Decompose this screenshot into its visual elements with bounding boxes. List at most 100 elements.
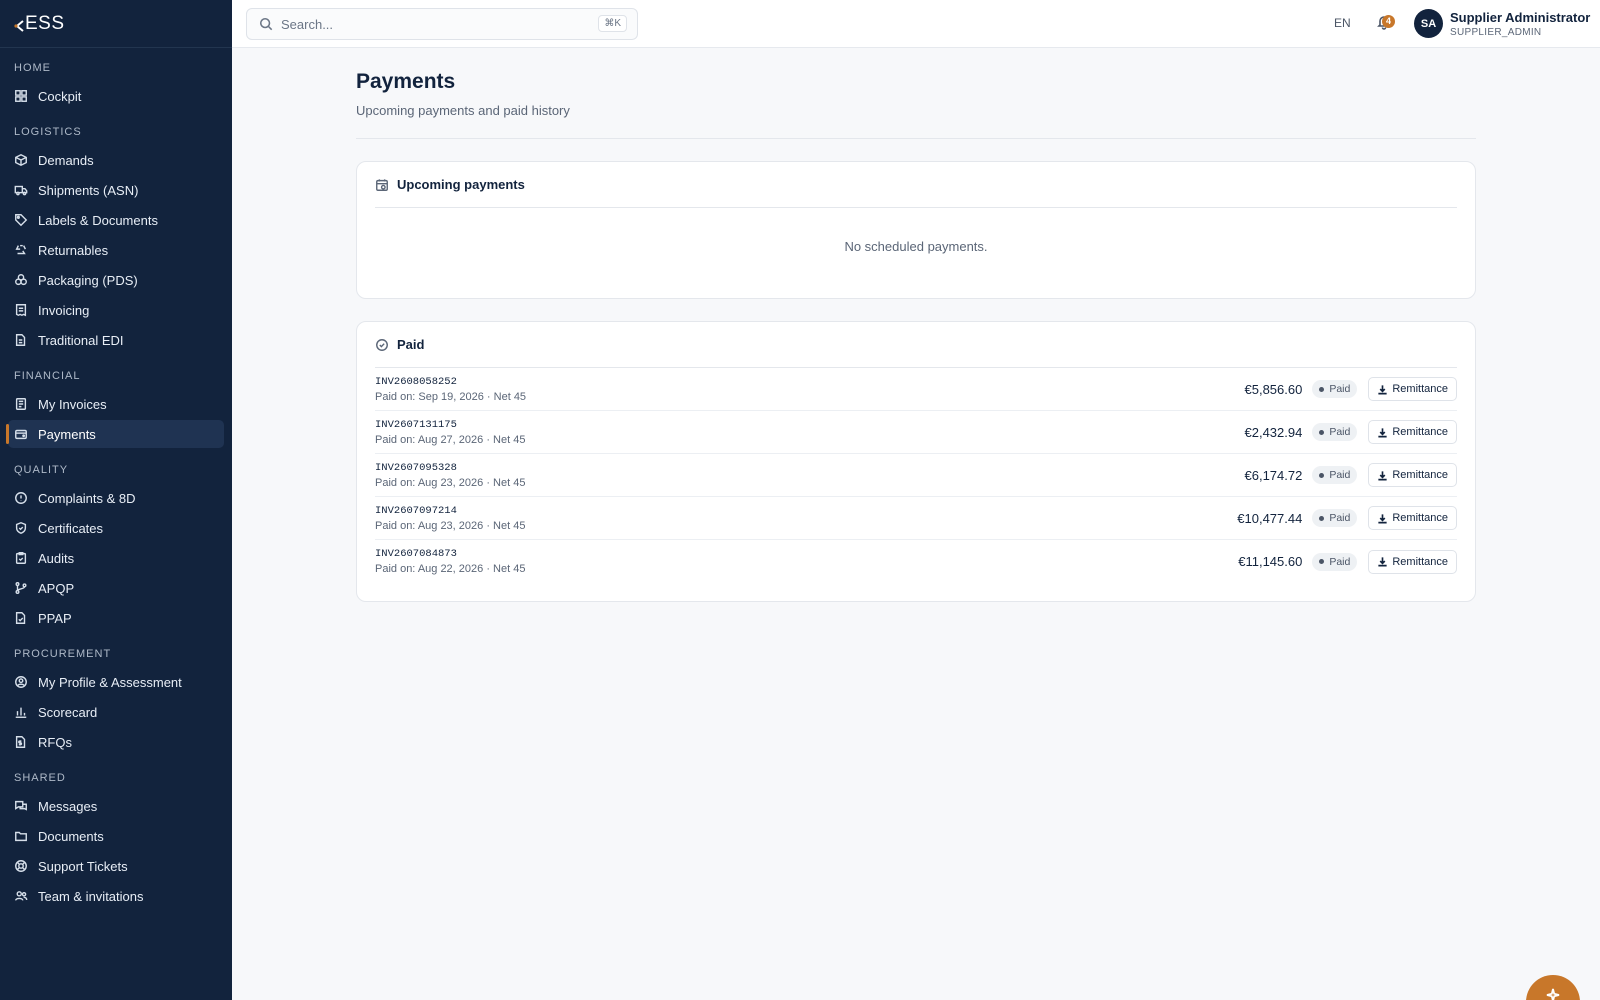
payment-info: INV2607095328 Paid on: Aug 23, 2026 · Ne… <box>375 462 1245 489</box>
status-label: Paid <box>1329 383 1351 395</box>
upcoming-payments-header: Upcoming payments <box>375 162 1457 208</box>
sidebar-item-label: Audits <box>38 550 75 566</box>
payment-amount: €5,856.60 <box>1244 381 1303 397</box>
payment-amount: €6,174.72 <box>1244 467 1303 483</box>
tag-icon <box>14 213 28 227</box>
paid-list: INV2608058252 Paid on: Sep 19, 2026 · Ne… <box>375 368 1457 601</box>
sidebar-item-label: Complaints & 8D <box>38 490 136 506</box>
alert-circle-icon <box>14 491 28 505</box>
sidebar-item-labels-documents[interactable]: Labels & Documents <box>8 206 224 234</box>
sidebar-item-returnables[interactable]: Returnables <box>8 236 224 264</box>
logo[interactable]: ESS <box>14 13 65 35</box>
folder-icon <box>14 829 28 843</box>
sidebar-item-shipments-asn[interactable]: Shipments (ASN) <box>8 176 224 204</box>
topbar: ⌘K EN 4 SA Supplier Administrator SUPPLI… <box>232 0 1600 48</box>
remittance-label: Remittance <box>1392 555 1448 568</box>
payment-info: INV2607084873 Paid on: Aug 22, 2026 · Ne… <box>375 548 1238 575</box>
sidebar-section-label: SHARED <box>14 772 66 784</box>
sidebar-item-label: APQP <box>38 580 75 596</box>
download-icon <box>1378 427 1387 437</box>
payment-amount: €2,432.94 <box>1244 424 1303 440</box>
sidebar-item-packaging-pds[interactable]: Packaging (PDS) <box>8 266 224 294</box>
search-box[interactable]: ⌘K <box>246 8 638 40</box>
avatar[interactable]: SA <box>1414 9 1443 38</box>
sidebar-item-complaints-8d[interactable]: Complaints & 8D <box>8 484 224 512</box>
remittance-label: Remittance <box>1392 469 1448 481</box>
notifications-button[interactable]: 4 <box>1376 14 1396 34</box>
packages-icon <box>14 273 28 287</box>
page-title: Payments <box>356 70 456 93</box>
git-branch-icon <box>14 581 28 595</box>
status-dot-icon <box>1319 472 1325 478</box>
sidebar-item-documents[interactable]: Documents <box>8 822 224 850</box>
box-icon <box>14 153 28 167</box>
status-badge: Paid <box>1312 552 1358 571</box>
sidebar-item-label: Certificates <box>38 520 104 536</box>
assistant-fab-button[interactable] <box>1526 975 1580 1000</box>
sidebar-item-label: Labels & Documents <box>38 212 158 228</box>
invoice-number: INV2607097214 <box>375 504 457 517</box>
payment-meta: Paid on: Aug 23, 2026 · Net 45 <box>375 476 526 489</box>
payment-meta: Paid on: Aug 27, 2026 · Net 45 <box>375 433 526 446</box>
user-name[interactable]: Supplier Administrator <box>1450 10 1590 25</box>
sidebar-item-invoicing[interactable]: Invoicing <box>8 296 224 324</box>
remittance-button[interactable]: Remittance <box>1368 506 1457 530</box>
status-dot-icon <box>1319 515 1325 521</box>
remittance-label: Remittance <box>1392 383 1448 395</box>
sidebar-item-my-invoices[interactable]: My Invoices <box>8 390 224 418</box>
sidebar-item-label: RFQs <box>38 734 72 750</box>
messages-icon <box>14 799 28 813</box>
sidebar-item-ppap[interactable]: PPAP <box>8 604 224 632</box>
sidebar-item-team-invitations[interactable]: Team & invitations <box>8 882 224 910</box>
sidebar-item-certificates[interactable]: Certificates <box>8 514 224 542</box>
remittance-button[interactable]: Remittance <box>1368 549 1457 574</box>
payment-info: INV2607097214 Paid on: Aug 23, 2026 · Ne… <box>375 505 1237 532</box>
sidebar-item-cockpit[interactable]: Cockpit <box>8 82 224 110</box>
sidebar-item-label: Support Tickets <box>38 858 128 874</box>
sidebar-item-label: Returnables <box>38 242 109 258</box>
status-dot-icon <box>1319 429 1325 435</box>
status-label: Paid <box>1329 469 1351 481</box>
sidebar-item-messages[interactable]: Messages <box>8 792 224 820</box>
download-icon <box>1378 384 1387 394</box>
sidebar-item-audits[interactable]: Audits <box>8 544 224 572</box>
remittance-label: Remittance <box>1392 512 1448 524</box>
sidebar-item-label: Messages <box>38 798 98 814</box>
main-content: Payments Upcoming payments and paid hist… <box>356 48 1476 602</box>
sidebar-item-my-profile-assessment[interactable]: My Profile & Assessment <box>8 668 224 696</box>
remittance-button[interactable]: Remittance <box>1368 463 1457 487</box>
status-badge: Paid <box>1312 466 1358 484</box>
payment-row: INV2607097214 Paid on: Aug 23, 2026 · Ne… <box>375 497 1457 540</box>
invoice-icon <box>14 397 28 411</box>
upcoming-payments-title: Upcoming payments <box>397 177 525 192</box>
remittance-button[interactable]: Remittance <box>1368 377 1457 401</box>
sidebar-item-support-tickets[interactable]: Support Tickets <box>8 852 224 880</box>
payment-info: INV2608058252 Paid on: Sep 19, 2026 · Ne… <box>375 376 1245 403</box>
sidebar-item-rfqs[interactable]: RFQs <box>8 728 224 756</box>
sidebar-item-label: Packaging (PDS) <box>38 272 138 288</box>
sidebar-item-traditional-edi[interactable]: Traditional EDI <box>8 326 224 354</box>
invoice-number: INV2607095328 <box>375 461 457 474</box>
language-switcher[interactable]: EN <box>1334 16 1351 30</box>
sidebar-item-apqp[interactable]: APQP <box>8 574 224 602</box>
logo-text: ESS <box>25 12 65 34</box>
payment-row: INV2607131175 Paid on: Aug 27, 2026 · Ne… <box>375 411 1457 454</box>
sidebar-item-payments[interactable]: Payments <box>6 420 224 448</box>
payment-row: INV2607084873 Paid on: Aug 22, 2026 · Ne… <box>375 540 1457 583</box>
page-subtitle: Upcoming payments and paid history <box>356 103 570 118</box>
status-label: Paid <box>1329 555 1351 568</box>
recycle-icon <box>14 243 28 257</box>
sidebar-item-label: Team & invitations <box>38 888 144 904</box>
sidebar-item-demands[interactable]: Demands <box>8 146 224 174</box>
search-input[interactable] <box>281 16 581 32</box>
sidebar-nav: HOME Cockpit LOGISTICS Demands Shipments (AS… <box>0 48 232 910</box>
sidebar-item-label: Traditional EDI <box>38 332 124 348</box>
sidebar-item-label: Payments <box>38 426 96 442</box>
lifebuoy-icon <box>14 859 28 873</box>
sidebar-item-label: Invoicing <box>38 302 90 318</box>
remittance-button[interactable]: Remittance <box>1368 420 1457 444</box>
sparkle-icon <box>1546 988 1560 1000</box>
payment-row: INV2608058252 Paid on: Sep 19, 2026 · Ne… <box>375 368 1457 411</box>
sidebar-item-scorecard[interactable]: Scorecard <box>8 698 224 726</box>
sidebar-section-label: LOGISTICS <box>14 126 82 138</box>
